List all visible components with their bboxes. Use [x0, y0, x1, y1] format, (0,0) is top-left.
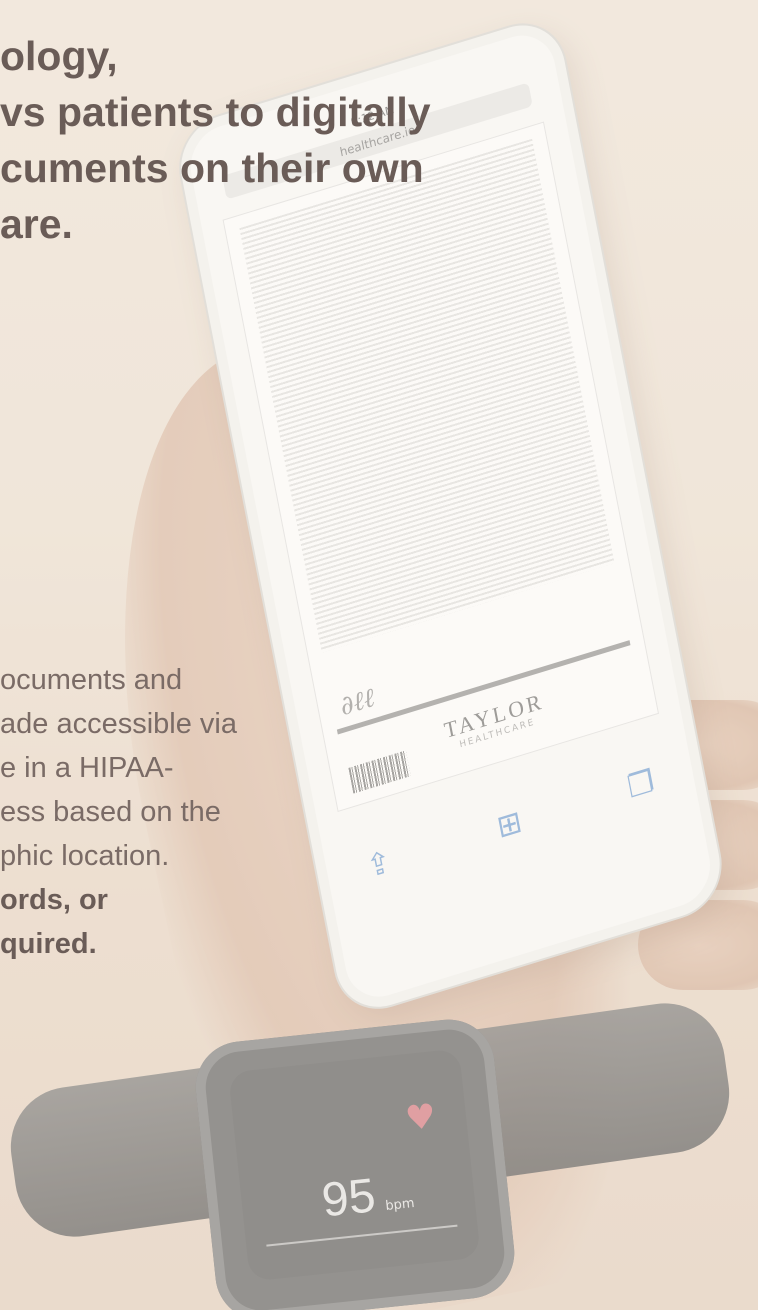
- smartwatch: ♥ 95 bpm: [191, 1015, 519, 1310]
- heart-icon: ♥: [403, 1096, 438, 1140]
- body-line: e in a HIPAA-: [0, 752, 174, 784]
- headline-line: are.: [0, 201, 73, 247]
- headline: ology, vs patients to digitally cuments …: [0, 28, 431, 252]
- body-text: ocuments and ade accessible via e in a H…: [0, 658, 237, 966]
- bookmarks-icon: ⊞: [494, 803, 525, 846]
- body-bold-line: ords, or: [0, 884, 108, 916]
- signature: ∂ℓℓ: [337, 682, 378, 723]
- barcode: [348, 750, 411, 794]
- body-line: ess based on the: [0, 796, 221, 828]
- tabs-icon: ❐: [624, 763, 658, 806]
- bpm-value: 95: [319, 1169, 378, 1228]
- share-icon: ⇪: [363, 843, 395, 886]
- headline-line: cuments on their own: [0, 145, 424, 191]
- watch-screen: ♥ 95 bpm: [228, 1048, 481, 1282]
- headline-line: ology,: [0, 33, 118, 79]
- headline-line: vs patients to digitally: [0, 89, 431, 135]
- ecg-line: [266, 1224, 458, 1247]
- taylor-logo: TAYLOR HEALTHCARE: [442, 688, 548, 754]
- body-line: ade accessible via: [0, 708, 237, 740]
- heart-rate: 95 bpm: [319, 1164, 416, 1228]
- body-line: phic location.: [0, 840, 170, 872]
- bpm-unit: bpm: [384, 1196, 416, 1214]
- body-line: ocuments and: [0, 664, 183, 696]
- body-bold-line: quired.: [0, 928, 97, 960]
